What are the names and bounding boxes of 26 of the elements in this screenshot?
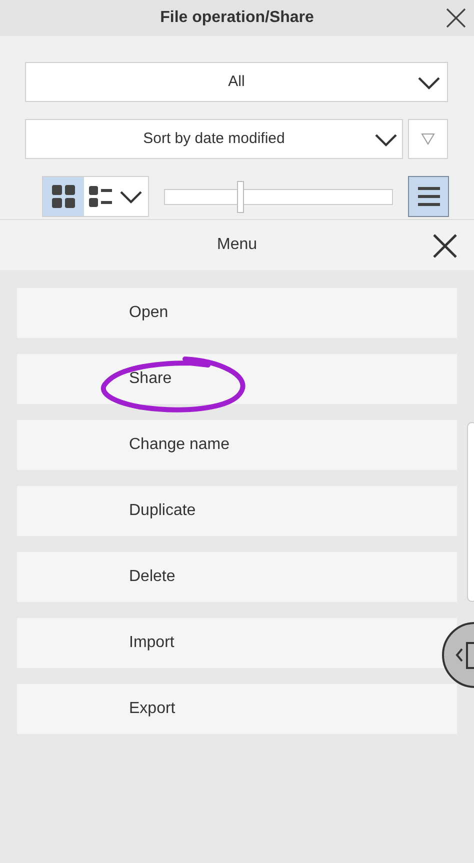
chevron-left-panel-icon <box>454 640 474 670</box>
menu-title: Menu <box>216 235 258 255</box>
chevron-down-icon <box>417 76 441 90</box>
menu-item[interactable]: Import <box>17 618 457 668</box>
chevron-down-icon <box>119 190 143 204</box>
size-slider[interactable] <box>164 180 394 212</box>
menu-item[interactable]: Change name <box>17 420 457 470</box>
menu-icon <box>418 186 440 206</box>
menu-item[interactable]: Delete <box>17 552 457 602</box>
chevron-down-icon <box>374 133 398 147</box>
view-mode-button[interactable] <box>43 177 84 216</box>
grid-icon <box>52 184 76 208</box>
window-title: File operation/Share <box>160 8 314 28</box>
close-icon <box>445 7 467 29</box>
menu-button[interactable] <box>408 176 449 217</box>
filter-dropdown[interactable]: All <box>25 62 448 102</box>
menu-item[interactable]: Duplicate <box>17 486 457 536</box>
close-icon <box>433 234 457 258</box>
slider-thumb[interactable] <box>236 180 244 212</box>
list-icon <box>89 186 113 208</box>
menu-item[interactable]: Share <box>17 354 457 404</box>
triangle-down-icon <box>421 133 435 145</box>
menu-item[interactable]: Open <box>17 288 457 338</box>
menu-item[interactable]: Export <box>17 684 457 734</box>
sort-dropdown[interactable]: Sort by date modified <box>25 119 403 159</box>
menu-close-button[interactable] <box>432 233 458 259</box>
